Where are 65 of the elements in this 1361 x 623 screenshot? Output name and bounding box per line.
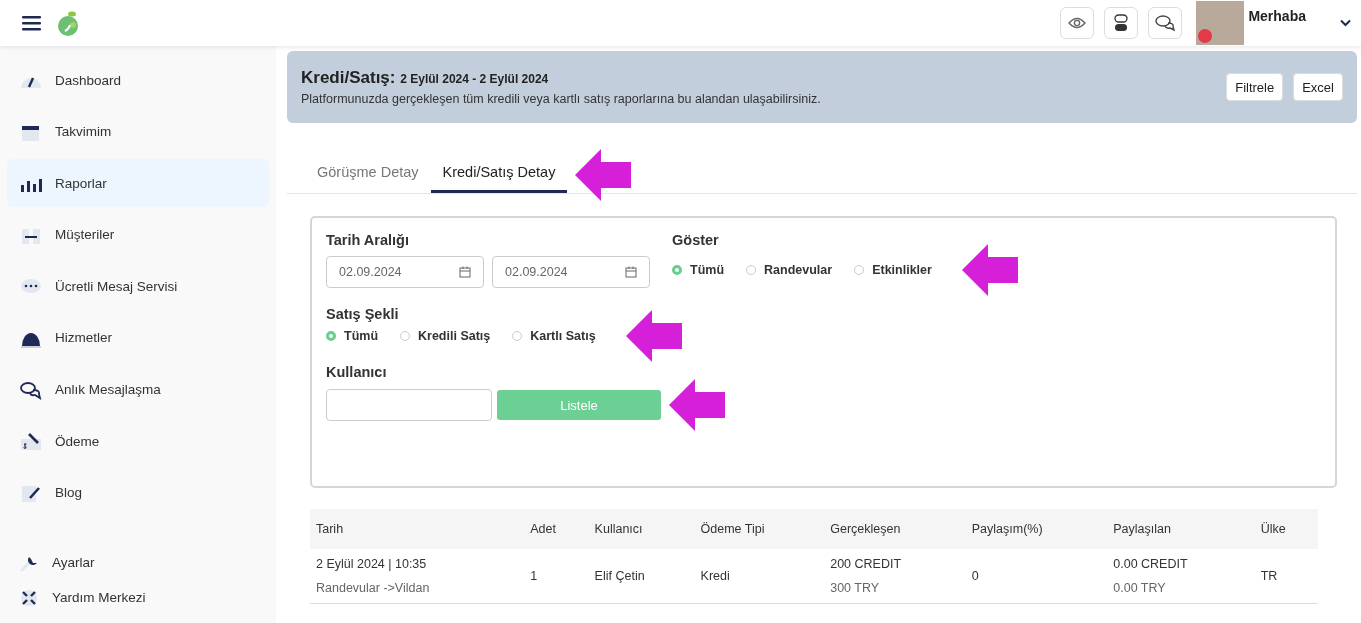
column-header: Kullanıcı bbox=[588, 509, 695, 549]
calendar-icon bbox=[625, 266, 637, 278]
field-label: Tarih Aralığı bbox=[326, 232, 410, 248]
column-header: Tarih bbox=[310, 509, 525, 549]
field-label: Satış Şekli bbox=[326, 306, 400, 322]
sidebar-item[interactable]: Raporlar bbox=[7, 159, 269, 208]
sidebar-item[interactable]: Ödeme bbox=[7, 417, 269, 466]
lifebuoy-icon bbox=[19, 587, 39, 608]
field-label: Kullanıcı bbox=[326, 364, 388, 380]
radio-option[interactable]: Tümü bbox=[326, 329, 379, 343]
tab[interactable]: Kredi/Satış Detay bbox=[430, 164, 568, 193]
column-header: Paylaşım(%) bbox=[965, 509, 1108, 549]
table-cell: Kredi bbox=[700, 569, 730, 583]
chat-button[interactable] bbox=[1148, 7, 1183, 39]
user-input-field[interactable] bbox=[326, 389, 492, 421]
table-cell-text: 300 TRY bbox=[830, 581, 881, 595]
detail-cell-text: Randevular ->Vildan bbox=[316, 581, 431, 595]
radio-option[interactable]: Tümü bbox=[672, 263, 725, 277]
column-header: Ülke bbox=[1254, 509, 1318, 549]
column-header: Ödeme Tipi bbox=[694, 509, 825, 549]
eye-icon bbox=[1068, 16, 1087, 30]
radio-option[interactable]: Etkinlikler bbox=[854, 263, 932, 277]
sidebar-item[interactable]: Ayarlar bbox=[7, 545, 269, 580]
sidebar-item[interactable]: Yardım Merkezi bbox=[7, 580, 269, 615]
menu-icon[interactable] bbox=[22, 15, 42, 31]
calendar-icon bbox=[459, 266, 471, 278]
column-header: Adet bbox=[524, 509, 589, 549]
eye-button[interactable] bbox=[1060, 7, 1095, 39]
pay-icon bbox=[20, 431, 42, 452]
table-cell: 0 bbox=[971, 569, 979, 583]
sidebar-item[interactable]: Takvimim bbox=[7, 107, 269, 156]
radio-option[interactable]: Kartlı Satış bbox=[512, 329, 596, 343]
chevron-down-icon[interactable] bbox=[1340, 19, 1351, 27]
header-button[interactable]: Filtrele bbox=[1226, 73, 1284, 101]
sidebar-item[interactable]: Müşteriler bbox=[7, 210, 269, 259]
page-title: Kredi/Satış: 2 Eylül 2024 - 2 Eylül 2024 bbox=[301, 68, 550, 88]
tab[interactable]: Görüşme Detay bbox=[305, 164, 431, 193]
sidebar-item[interactable]: Dashboard bbox=[7, 56, 269, 104]
date-cell-text: 2 Eylül 2024 | 10:35 bbox=[316, 557, 428, 571]
page-description: Platformunuzda gerçekleşen tüm kredili veya kartlı satış raporlarına bu alandan ulaşabilirsiniz. bbox=[301, 92, 822, 106]
greeting-text: Merhaba bbox=[1248, 8, 1306, 24]
date-field[interactable]: 02.09.2024 bbox=[492, 256, 650, 288]
toggle-icon bbox=[1114, 14, 1129, 32]
table-cell: Elif Çetin bbox=[594, 569, 645, 583]
date-field[interactable]: 02.09.2024 bbox=[326, 256, 484, 288]
sidebar-item[interactable]: Anlık Mesajlaşma bbox=[7, 365, 269, 414]
sidebar-item[interactable]: Blog bbox=[7, 468, 269, 517]
radio-option[interactable]: Randevular bbox=[746, 263, 833, 277]
table-cell-text: 0.00 CREDIT bbox=[1113, 557, 1189, 571]
sidebar-item[interactable]: Ücretli Mesaj Servisi bbox=[7, 262, 269, 311]
table-cell-text: 0.00 TRY bbox=[1113, 581, 1167, 595]
field-label: Göster bbox=[672, 232, 720, 248]
table-cell: 1 bbox=[530, 569, 538, 583]
status-dot-icon bbox=[1198, 29, 1213, 43]
table-cell: TR bbox=[1260, 569, 1278, 583]
column-header: Paylaşılan bbox=[1107, 509, 1255, 549]
chat-icon bbox=[20, 379, 42, 400]
radio-option[interactable]: Kredili Satış bbox=[400, 329, 491, 343]
sidebar-item[interactable]: Hizmetler bbox=[7, 313, 269, 362]
chat-icon bbox=[1155, 14, 1176, 32]
toggle-button[interactable] bbox=[1104, 7, 1139, 39]
column-header: Gerçekleşen bbox=[824, 509, 966, 549]
table-cell-text: 200 CREDIT bbox=[830, 557, 903, 571]
header-button[interactable]: Excel bbox=[1293, 73, 1343, 101]
photo-placeholder[interactable] bbox=[1196, 1, 1245, 45]
